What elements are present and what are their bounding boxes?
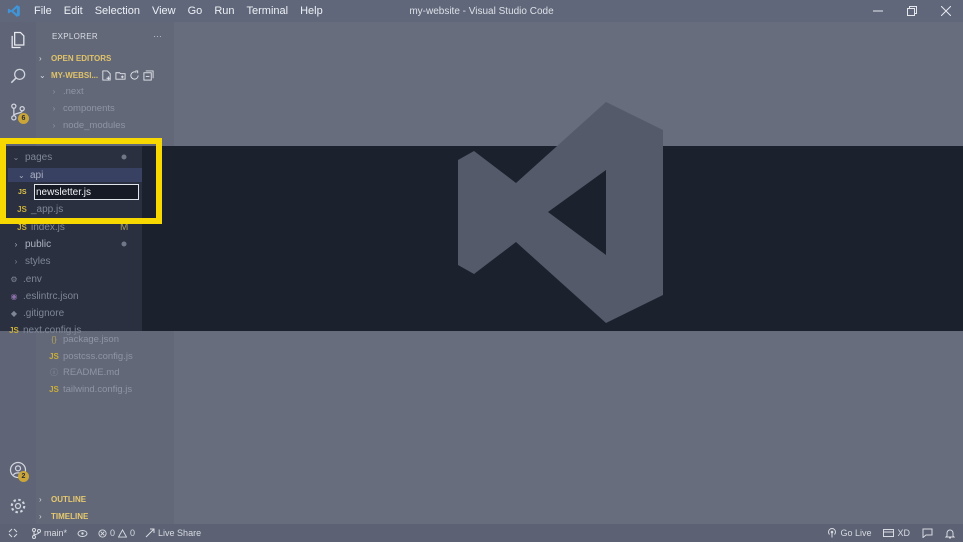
live-share-icon <box>145 528 155 538</box>
tree-item-node-modules[interactable]: › node_modules <box>48 117 126 133</box>
error-icon <box>98 528 107 538</box>
menu-run[interactable]: Run <box>208 5 240 17</box>
vscode-logo-icon <box>0 0 28 22</box>
chevron-down-icon: ⌄ <box>18 170 25 180</box>
branch-name: main* <box>44 528 68 538</box>
source-control-icon[interactable]: 6 <box>0 94 36 130</box>
menu-terminal[interactable]: Terminal <box>241 5 295 17</box>
search-icon[interactable] <box>0 58 36 94</box>
go-live-status[interactable]: Go Live <box>827 528 871 538</box>
modified-dot-icon <box>121 241 127 247</box>
explorer-title: EXPLORER <box>52 31 98 41</box>
tree-folder-api[interactable]: ⌄ api <box>8 168 142 182</box>
chevron-right-icon: › <box>39 512 42 521</box>
chevron-down-icon: ⌄ <box>39 71 46 80</box>
chevron-right-icon: › <box>52 86 56 96</box>
notifications-bell-icon[interactable] <box>945 528 955 539</box>
chevron-right-icon: › <box>52 120 56 130</box>
sync-icon[interactable] <box>77 529 88 538</box>
chevron-right-icon: › <box>14 240 18 249</box>
tree-item-components[interactable]: › components <box>48 100 115 116</box>
layout-status[interactable]: XD <box>883 528 910 538</box>
tree-file-readme[interactable]: ⓘ README.md <box>48 364 119 380</box>
feedback-icon[interactable] <box>922 528 933 538</box>
scm-badge: 6 <box>18 113 29 124</box>
window-controls <box>861 0 963 22</box>
js-file-icon: JS <box>18 188 27 196</box>
explorer-icon[interactable] <box>0 22 36 58</box>
gear-icon: ⚙ <box>10 275 18 284</box>
more-actions-icon[interactable]: ··· <box>153 32 162 41</box>
vscode-watermark-icon <box>458 102 663 323</box>
collapse-all-icon[interactable] <box>143 70 154 81</box>
warning-icon <box>118 528 128 538</box>
new-folder-icon[interactable] <box>115 70 126 81</box>
branch-status[interactable]: main* <box>32 527 68 539</box>
js-file-icon: JS <box>17 223 27 232</box>
tree-file-tailwind-config[interactable]: JS tailwind.config.js <box>48 381 132 397</box>
project-label: MY-WEBSI... <box>51 71 99 80</box>
tree-file-eslintrc[interactable]: ◉ .eslintrc.json <box>8 288 79 305</box>
tree-file-env[interactable]: ⚙ .env <box>8 271 42 288</box>
js-file-icon: JS <box>49 384 59 394</box>
menu-file[interactable]: File <box>28 5 58 17</box>
tree-file-postcss-config[interactable]: JS postcss.config.js <box>48 348 133 364</box>
explorer-header: EXPLORER ··· <box>36 22 174 50</box>
menu-edit[interactable]: Edit <box>58 5 89 17</box>
tree-file-gitignore[interactable]: ◆ .gitignore <box>8 305 64 322</box>
tree-file-package-json[interactable]: {} package.json <box>48 331 119 347</box>
accounts-icon[interactable]: 2 <box>0 452 36 488</box>
project-toolbar <box>101 70 154 81</box>
accounts-badge: 2 <box>18 471 29 482</box>
js-file-icon: JS <box>9 326 19 335</box>
new-file-icon[interactable] <box>101 70 112 81</box>
refresh-icon[interactable] <box>129 70 140 81</box>
timeline-section[interactable]: › TIMELINE <box>36 508 174 525</box>
error-count: 0 <box>110 528 116 538</box>
chevron-right-icon: › <box>52 103 56 113</box>
warning-count: 0 <box>130 528 136 538</box>
status-bar: main* 0 0 Live Share Go Live XD <box>0 524 963 542</box>
outline-section[interactable]: › OUTLINE <box>36 491 174 508</box>
info-icon: ⓘ <box>50 367 58 377</box>
tree-item-next[interactable]: › .next <box>48 83 84 99</box>
status-right: Go Live XD <box>827 524 955 542</box>
git-icon: ◆ <box>10 309 18 318</box>
manage-gear-icon[interactable] <box>0 488 36 524</box>
restore-icon[interactable] <box>895 0 929 22</box>
git-branch-icon <box>32 527 41 539</box>
json-icon: {} <box>51 334 57 344</box>
eslint-icon: ◉ <box>10 292 18 301</box>
chevron-right-icon: › <box>39 54 42 63</box>
js-file-icon: JS <box>49 351 59 361</box>
open-editors-section[interactable]: › OPEN EDITORS <box>36 50 174 67</box>
project-section[interactable]: ⌄ MY-WEBSI... <box>36 67 174 84</box>
menu-help[interactable]: Help <box>294 5 329 17</box>
problems-status[interactable]: 0 0 <box>98 528 135 538</box>
live-share-status[interactable]: Live Share <box>145 528 201 538</box>
menu-go[interactable]: Go <box>182 5 209 17</box>
minimize-icon[interactable] <box>861 0 895 22</box>
menu-bar: File Edit Selection View Go Run Terminal… <box>28 5 329 17</box>
chevron-right-icon: › <box>39 495 42 504</box>
new-file-rename-row: JS newsletter.js <box>18 184 139 200</box>
chevron-right-icon: › <box>14 257 18 266</box>
menu-view[interactable]: View <box>146 5 182 17</box>
broadcast-icon <box>828 528 837 538</box>
menu-selection[interactable]: Selection <box>89 5 146 17</box>
filename-input[interactable]: newsletter.js <box>34 184 139 200</box>
remote-icon[interactable] <box>8 528 18 538</box>
title-bar: File Edit Selection View Go Run Terminal… <box>0 0 963 22</box>
screen-icon <box>883 528 895 537</box>
open-editors-label: OPEN EDITORS <box>51 54 112 63</box>
close-icon[interactable] <box>929 0 963 22</box>
tree-folder-public[interactable]: › public <box>10 236 51 253</box>
tree-folder-styles[interactable]: › styles <box>10 253 51 270</box>
